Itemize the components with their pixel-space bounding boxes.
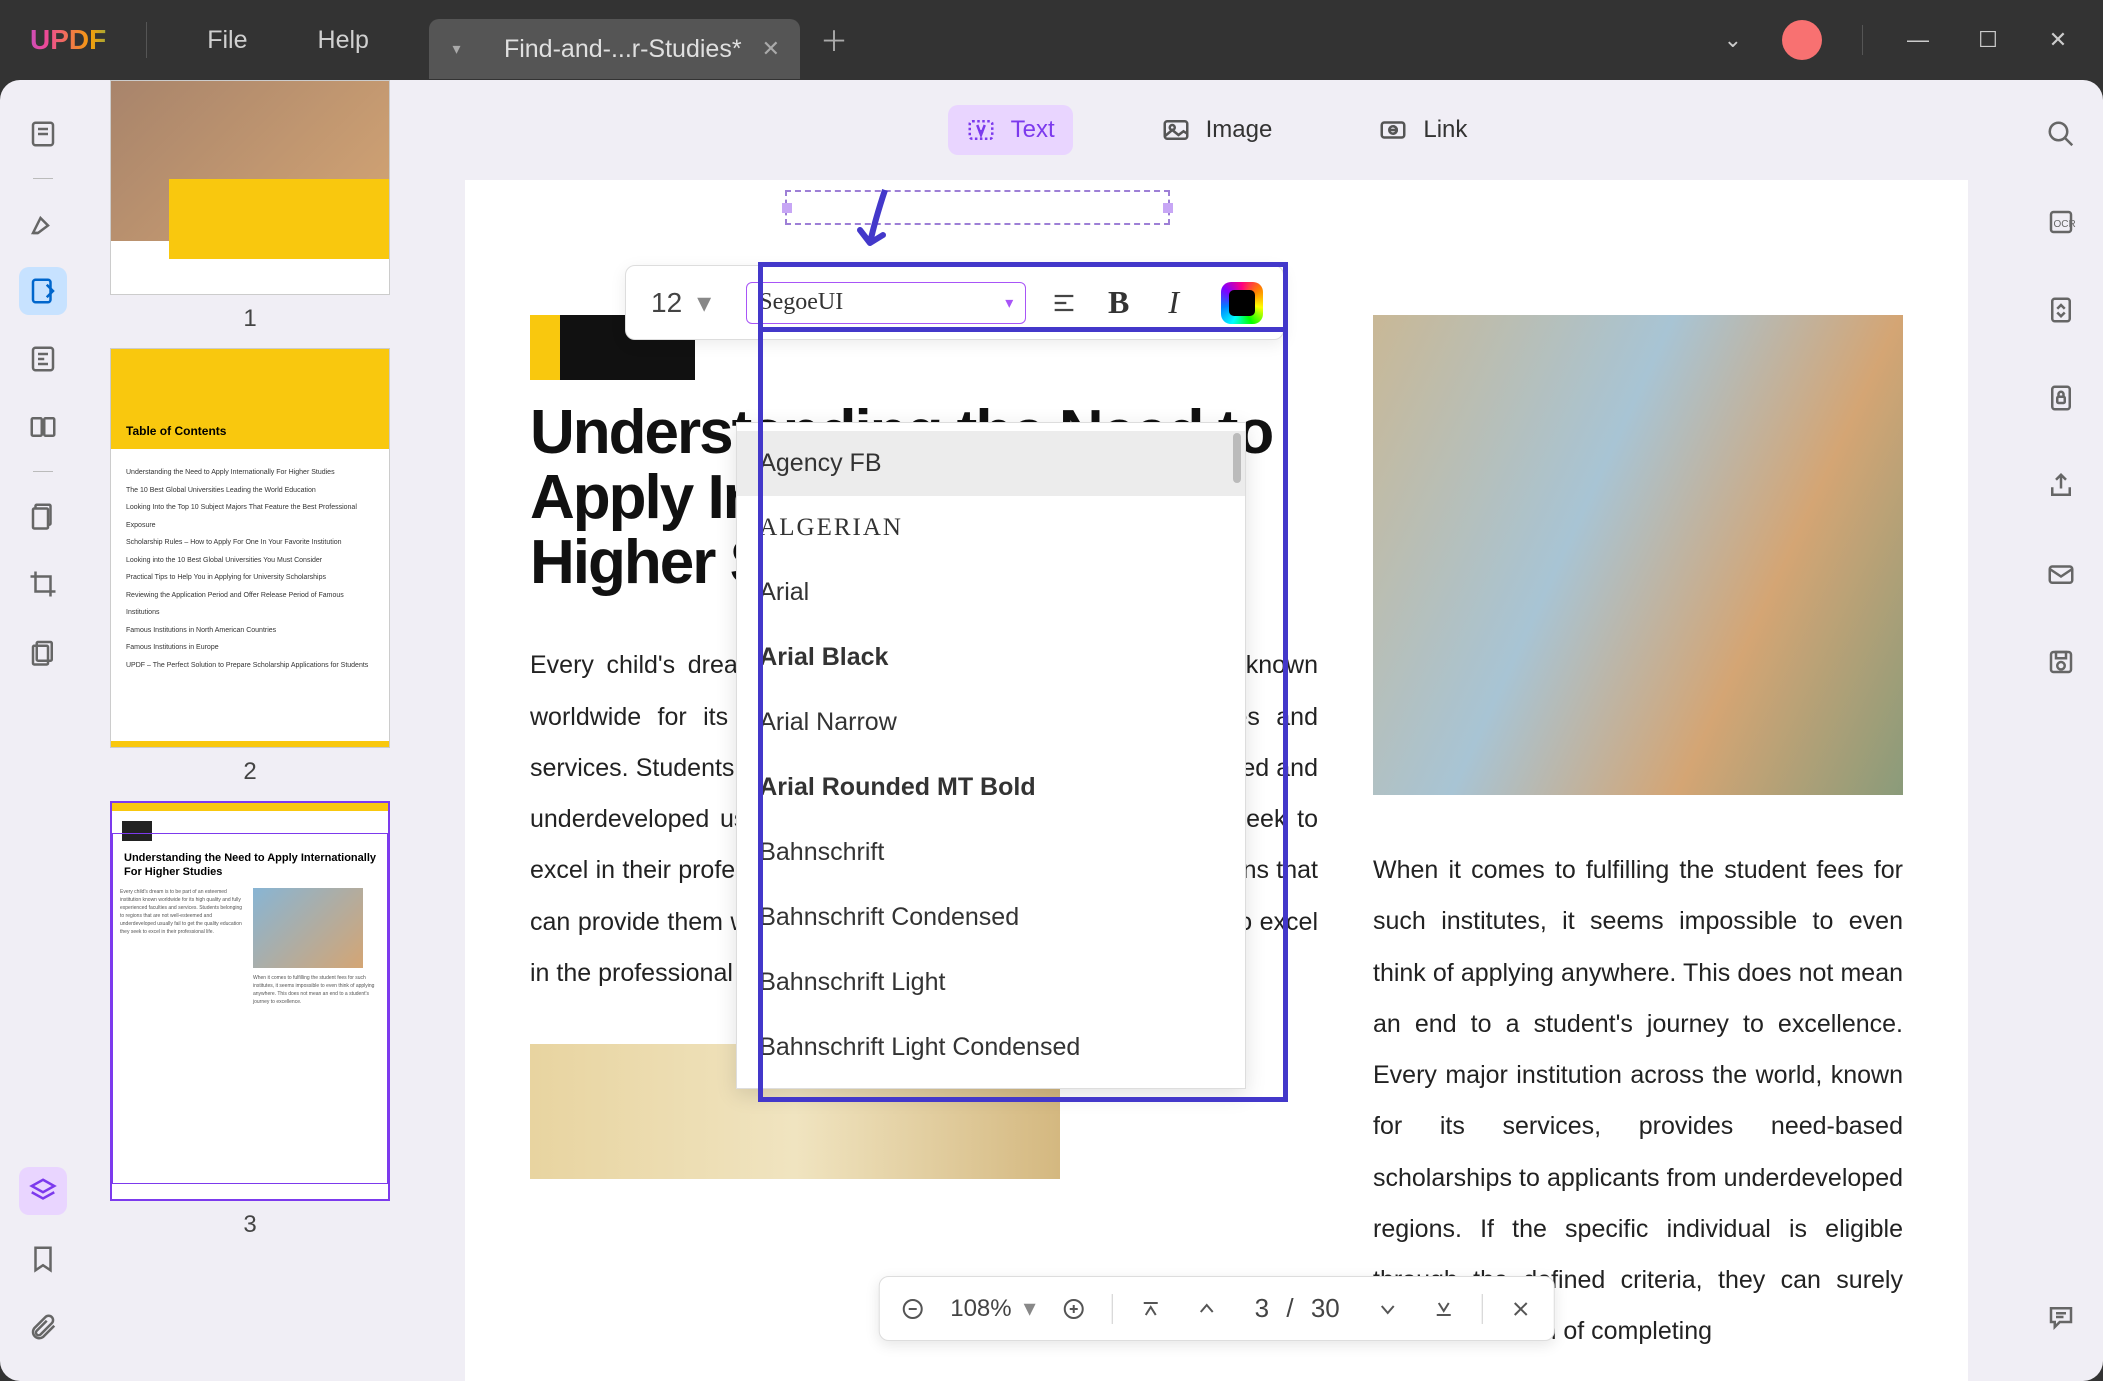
thumbnail-page-1[interactable]: 1 bbox=[110, 80, 390, 333]
page-tool-icon[interactable] bbox=[19, 492, 67, 540]
divider bbox=[146, 22, 147, 58]
next-page-button[interactable] bbox=[1370, 1291, 1406, 1327]
pages-icon[interactable] bbox=[19, 628, 67, 676]
text-selection-box[interactable] bbox=[785, 190, 1170, 225]
comment-icon[interactable] bbox=[2037, 1293, 2085, 1341]
text-format-toolbar: 12 ▾ SegoeUI ▾ Agency FB ALGERIAN Arial … bbox=[625, 265, 1284, 340]
font-option[interactable]: Arial Rounded MT Bold bbox=[737, 755, 1245, 820]
menu-help[interactable]: Help bbox=[288, 26, 399, 55]
font-option[interactable]: Bahnschrift Condensed bbox=[737, 885, 1245, 950]
annotation-arrow-icon bbox=[850, 185, 900, 265]
tab-close-icon[interactable]: ✕ bbox=[762, 36, 780, 62]
window-maximize[interactable]: ☐ bbox=[1973, 27, 2003, 53]
search-icon[interactable] bbox=[2037, 110, 2085, 158]
app-logo: UPDF bbox=[0, 24, 136, 56]
thumb-number: 2 bbox=[110, 758, 390, 786]
organize-icon[interactable] bbox=[19, 403, 67, 451]
font-option[interactable]: Arial bbox=[737, 560, 1245, 625]
thumb-number: 1 bbox=[110, 305, 390, 333]
tab-list-dropdown[interactable]: ▾ bbox=[429, 19, 484, 79]
thumbnail-page-3[interactable]: Understanding the Need to Apply Internat… bbox=[110, 801, 390, 1239]
text-color-button[interactable] bbox=[1221, 282, 1263, 324]
selection-handle-left[interactable] bbox=[782, 203, 792, 213]
share-icon[interactable] bbox=[2037, 462, 2085, 510]
chevron-down-icon: ▾ bbox=[697, 286, 711, 319]
window-minimize[interactable]: — bbox=[1903, 27, 1933, 53]
edit-image-button[interactable]: Image bbox=[1143, 105, 1291, 155]
zoom-page-bar: 108%▾ 3 / 30 bbox=[878, 1276, 1555, 1341]
right-tool-rail: OCR bbox=[2018, 80, 2103, 1381]
font-option[interactable]: ALGERIAN bbox=[737, 496, 1245, 560]
scrollbar[interactable] bbox=[1233, 433, 1241, 483]
page-area: Text Image Link 1 bbox=[415, 80, 2018, 1381]
edit-link-label: Link bbox=[1423, 116, 1467, 144]
bookmark-icon[interactable] bbox=[19, 1235, 67, 1283]
font-option[interactable]: Bahnschrift bbox=[737, 820, 1245, 885]
font-dropdown: Agency FB ALGERIAN Arial Arial Black Ari… bbox=[736, 422, 1246, 1089]
font-family-value: SegoeUI bbox=[759, 289, 843, 316]
svg-text:OCR: OCR bbox=[2053, 219, 2075, 230]
edit-text-button[interactable]: Text bbox=[948, 105, 1073, 155]
tab-title: Find-and-...r-Studies* bbox=[504, 35, 742, 64]
document-tab[interactable]: Find-and-...r-Studies* ✕ bbox=[484, 19, 800, 79]
attachment-icon[interactable] bbox=[19, 1303, 67, 1351]
highlight-icon[interactable] bbox=[19, 199, 67, 247]
font-option[interactable]: Arial Narrow bbox=[737, 690, 1245, 755]
thumbnail-page-2[interactable]: Table of Contents Understanding the Need… bbox=[110, 348, 390, 786]
thumbnail-panel: 1 Table of Contents Understanding the Ne… bbox=[85, 80, 415, 1381]
font-option[interactable]: Bahnschrift Light bbox=[737, 950, 1245, 1015]
left-tool-rail bbox=[0, 80, 85, 1381]
convert-icon[interactable] bbox=[2037, 286, 2085, 334]
last-page-button[interactable] bbox=[1426, 1291, 1462, 1327]
user-avatar[interactable] bbox=[1782, 20, 1822, 60]
chevron-down-icon: ▾ bbox=[1005, 293, 1013, 313]
edit-text-icon[interactable] bbox=[19, 267, 67, 315]
bold-button[interactable]: B bbox=[1091, 275, 1146, 330]
font-option[interactable]: Arial Black bbox=[737, 625, 1245, 690]
font-option[interactable]: Agency FB bbox=[737, 431, 1245, 496]
edit-image-label: Image bbox=[1206, 116, 1273, 144]
layers-icon[interactable] bbox=[19, 1167, 67, 1215]
italic-button[interactable]: I bbox=[1146, 275, 1201, 330]
titlebar: UPDF File Help ▾ Find-and-...r-Studies* … bbox=[0, 0, 2103, 80]
prev-page-button[interactable] bbox=[1189, 1291, 1225, 1327]
save-icon[interactable] bbox=[2037, 638, 2085, 686]
page-canvas[interactable]: 12 ▾ SegoeUI ▾ Agency FB ALGERIAN Arial … bbox=[465, 180, 1968, 1381]
chevron-down-icon[interactable]: ⌄ bbox=[1724, 27, 1742, 53]
selection-handle-right[interactable] bbox=[1163, 203, 1173, 213]
document-image[interactable] bbox=[1373, 315, 1903, 795]
zoom-out-button[interactable] bbox=[894, 1291, 930, 1327]
close-bar-button[interactable] bbox=[1503, 1291, 1539, 1327]
font-family-select[interactable]: SegoeUI ▾ bbox=[746, 282, 1026, 324]
tab-strip: ▾ Find-and-...r-Studies* ✕ ＋ bbox=[429, 0, 870, 80]
font-size-select[interactable]: 12 ▾ bbox=[626, 286, 736, 319]
align-button[interactable] bbox=[1036, 275, 1091, 330]
edit-link-button[interactable]: Link bbox=[1360, 105, 1485, 155]
ocr-icon[interactable]: OCR bbox=[2037, 198, 2085, 246]
mail-icon[interactable] bbox=[2037, 550, 2085, 598]
crop-icon[interactable] bbox=[19, 560, 67, 608]
edit-text-label: Text bbox=[1011, 116, 1055, 144]
zoom-in-button[interactable] bbox=[1056, 1291, 1092, 1327]
menu-file[interactable]: File bbox=[177, 26, 277, 55]
edit-toolbar: Text Image Link bbox=[415, 80, 2018, 180]
divider bbox=[1862, 25, 1863, 55]
chevron-down-icon: ▾ bbox=[1024, 1294, 1036, 1323]
new-tab-button[interactable]: ＋ bbox=[820, 20, 870, 60]
form-icon[interactable] bbox=[19, 335, 67, 383]
thumb-number: 3 bbox=[110, 1211, 390, 1239]
reader-mode-icon[interactable] bbox=[19, 110, 67, 158]
font-option[interactable]: Bahnschrift Light Condensed bbox=[737, 1015, 1245, 1080]
protect-icon[interactable] bbox=[2037, 374, 2085, 422]
window-close[interactable]: ✕ bbox=[2043, 27, 2073, 53]
first-page-button[interactable] bbox=[1133, 1291, 1169, 1327]
zoom-percent[interactable]: 108%▾ bbox=[950, 1294, 1035, 1323]
page-indicator[interactable]: 3 / 30 bbox=[1245, 1293, 1350, 1324]
font-size-value: 12 bbox=[651, 287, 682, 319]
